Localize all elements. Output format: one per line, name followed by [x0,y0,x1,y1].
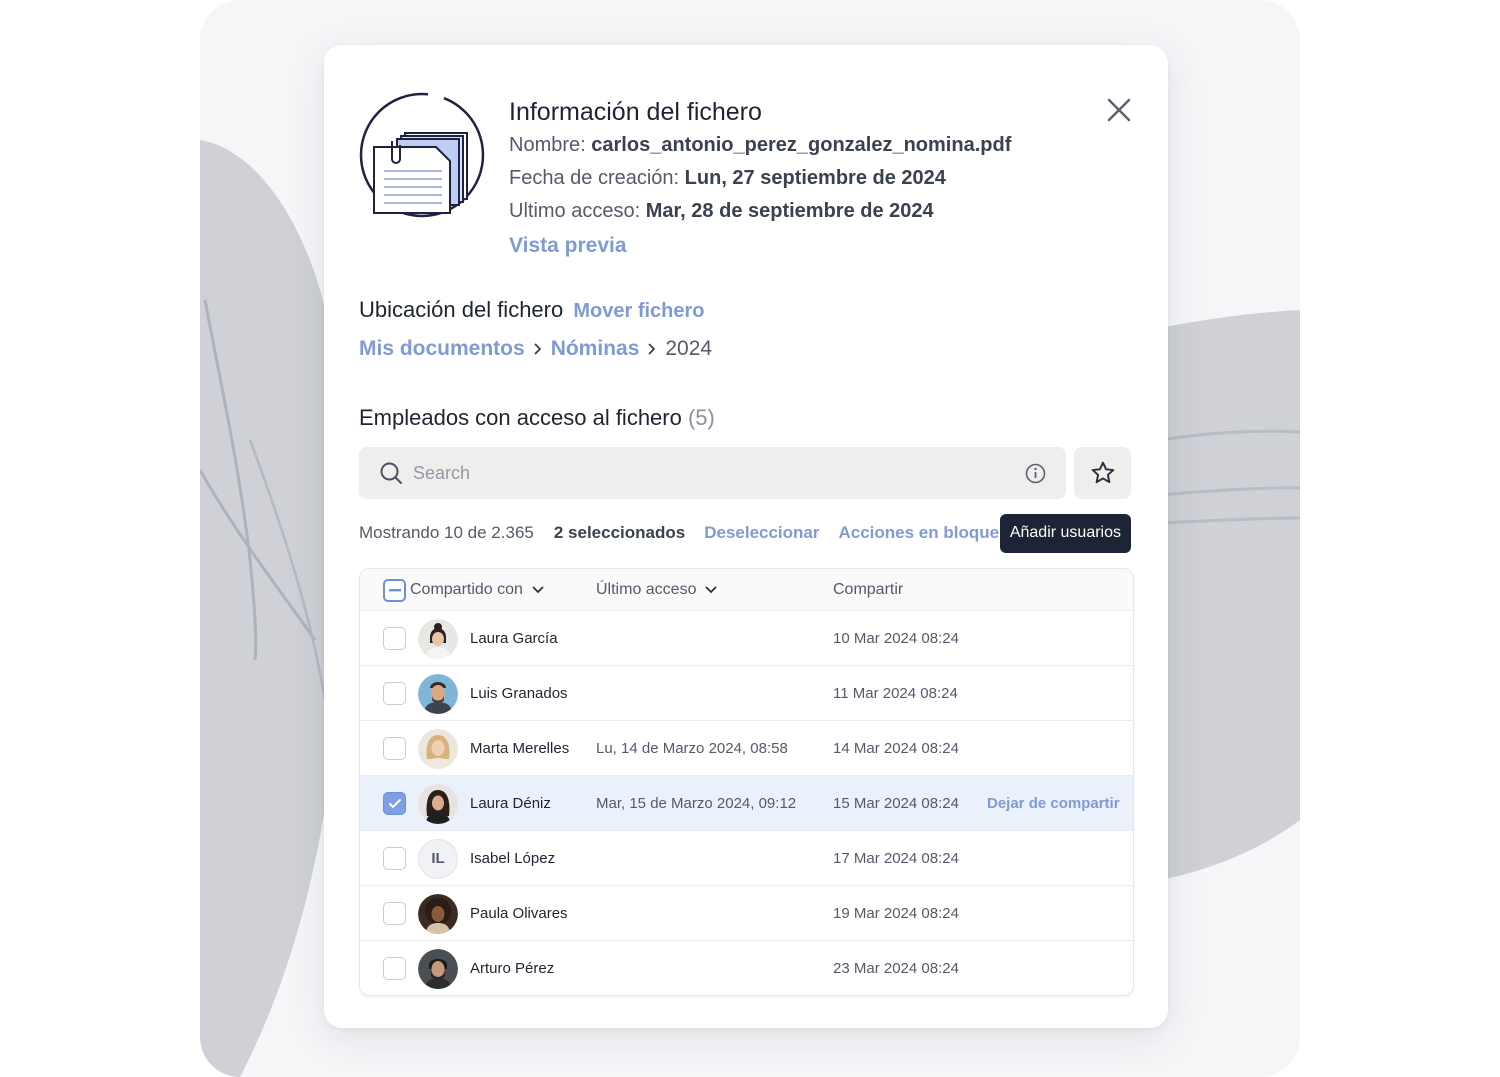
star-icon [1091,461,1114,484]
created-date-row: Fecha de creación: Lun, 27 septiembre de… [509,162,1011,195]
table-row[interactable]: Arturo Pérez 23 Mar 2024 08:24 [360,941,1133,995]
table-header: Compartido con Último acceso Compartir [360,569,1133,611]
employee-name: Marta Merelles [470,740,570,757]
employees-table: Compartido con Último acceso Compartir L… [359,568,1134,996]
row-checkbox[interactable] [383,666,406,721]
last-access-label: Ultimo acceso: [509,200,641,222]
move-file-link[interactable]: Mover fichero [573,300,704,322]
chevron-down-icon [705,586,718,594]
table-row[interactable]: IL Isabel López 17 Mar 2024 08:24 [360,831,1133,886]
info-icon[interactable] [1025,463,1046,484]
table-row[interactable]: Paula Olivares 19 Mar 2024 08:24 [360,886,1133,941]
row-checkbox[interactable] [383,721,406,776]
table-row[interactable]: Marta Merelles Lu, 14 de Marzo 2024, 08:… [360,721,1133,776]
selected-count: 2 seleccionados [553,523,686,542]
avatar: IL [418,831,458,886]
file-info-modal: Información del fichero Nombre: carlos_a… [324,45,1168,1028]
last-access-value: Mar, 15 de Marzo 2024, 09:12 [596,795,797,812]
search-input[interactable]: Search [359,447,1066,499]
employee-name: Paula Olivares [470,905,568,922]
avatar [418,721,458,776]
employee-name: Arturo Pérez [470,960,555,977]
file-name-value: carlos_antonio_perez_gonzalez_nomina.pdf [591,134,1012,156]
shared-with-label: Compartido con [410,581,523,598]
shared-date: 19 Mar 2024 08:24 [833,905,959,922]
avatar [418,886,458,941]
row-checkbox[interactable] [383,886,406,941]
employees-title: Empleados con acceso al fichero [359,405,682,430]
location-section-title: Ubicación del fichero Mover fichero [359,297,705,323]
favorites-button[interactable] [1074,447,1131,499]
row-checkbox[interactable] [383,776,406,831]
file-name-row: Nombre: carlos_antonio_perez_gonzalez_no… [509,129,1011,162]
breadcrumb-my-documents[interactable]: Mis documentos [359,337,525,361]
modal-title: Información del fichero [509,98,762,126]
shared-with-header[interactable]: Compartido con [410,569,545,611]
file-details: Información del fichero Nombre: carlos_a… [509,95,1011,262]
table-row[interactable]: Luis Granados 11 Mar 2024 08:24 [360,666,1133,721]
deselect-link[interactable]: Deseleccionar [704,523,819,543]
created-date-label: Fecha de creación: [509,167,680,189]
shared-date: 23 Mar 2024 08:24 [833,960,959,977]
chevron-right-icon [533,342,543,356]
selection-toolbar: Mostrando 10 de 2.365 2 seleccionados De… [359,513,1131,553]
shared-date: 14 Mar 2024 08:24 [833,740,959,757]
employees-count: (5) [687,405,715,430]
employee-name: Laura Déniz [470,795,551,812]
search-icon [380,462,402,484]
employee-name: Luis Granados [470,685,568,702]
chevron-right-icon [647,342,657,356]
avatar-initials: IL [418,838,458,879]
last-access-value: Lu, 14 de Marzo 2024, 08:58 [596,740,788,757]
row-checkbox[interactable] [383,611,406,666]
breadcrumb-current: 2024 [665,337,713,360]
add-users-button[interactable]: Añadir usuarios [999,513,1131,553]
chevron-down-icon [532,586,544,594]
search-placeholder: Search [413,462,471,483]
breadcrumb-payroll[interactable]: Nóminas [551,337,640,361]
last-access-header[interactable]: Último acceso [596,569,718,611]
table-row[interactable]: Laura García 10 Mar 2024 08:24 [360,611,1133,666]
shared-date: 11 Mar 2024 08:24 [833,685,958,702]
last-access-label: Último acceso [596,581,697,598]
last-access-row: Ultimo acceso: Mar, 28 de septiembre de … [509,195,1011,228]
employee-name: Laura García [470,630,558,647]
unshare-link[interactable]: Dejar de compartir [987,776,1120,831]
table-row[interactable]: Laura Déniz Mar, 15 de Marzo 2024, 09:12… [360,776,1133,831]
select-all-checkbox[interactable] [383,569,406,611]
employees-section-title: Empleados con acceso al fichero (5) [359,405,715,431]
file-name-label: Nombre: [509,134,586,156]
location-title: Ubicación del fichero [359,297,564,322]
results-count: Mostrando 10 de 2.365 [359,523,534,542]
preview-link[interactable]: Vista previa [509,229,1011,262]
employee-name: Isabel López [470,850,556,867]
shared-date: 10 Mar 2024 08:24 [833,630,959,647]
row-checkbox[interactable] [383,831,406,886]
avatar [418,666,458,721]
close-icon[interactable] [1102,93,1136,127]
avatar [418,611,458,666]
avatar [418,941,458,995]
share-header: Compartir [833,581,904,598]
bulk-actions-link[interactable]: Acciones en bloque [839,523,1000,543]
last-access-value: Mar, 28 de septiembre de 2024 [645,200,934,222]
avatar [418,776,458,831]
breadcrumb: Mis documentos Nóminas 2024 [359,337,712,361]
shared-date: 17 Mar 2024 08:24 [833,850,959,867]
shared-date: 15 Mar 2024 08:24 [833,795,959,812]
created-date-value: Lun, 27 septiembre de 2024 [684,167,946,189]
row-checkbox[interactable] [383,941,406,995]
document-stack-icon [359,91,485,218]
